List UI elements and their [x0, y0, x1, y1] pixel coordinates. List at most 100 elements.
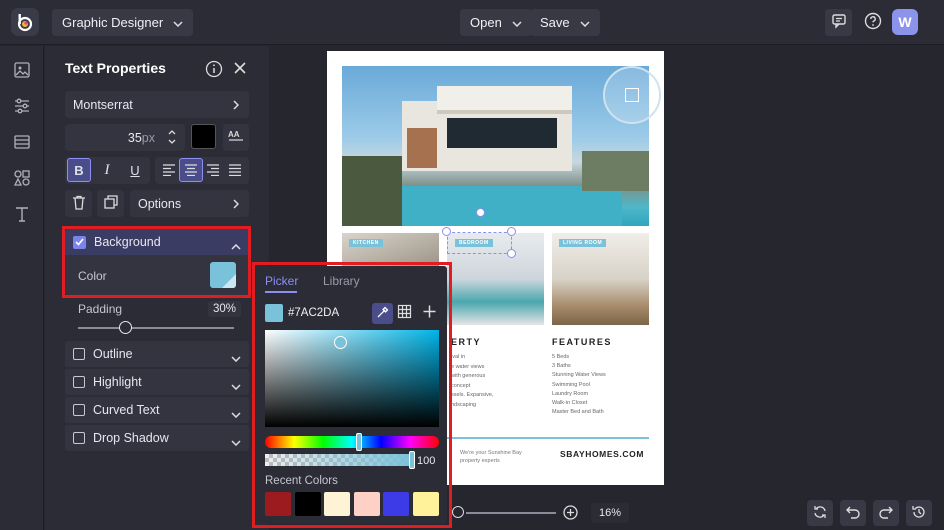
align-right-icon[interactable]	[201, 158, 225, 182]
chevron-up-icon[interactable]	[231, 239, 241, 253]
close-icon[interactable]	[233, 61, 247, 78]
background-header[interactable]: Background	[65, 229, 249, 255]
align-left-icon[interactable]	[157, 158, 181, 182]
section-drop-shadow[interactable]: Drop Shadow	[65, 425, 249, 451]
background-color-swatch[interactable]	[210, 262, 236, 288]
chevron-down-icon[interactable]	[231, 351, 241, 365]
zoom-level[interactable]: 16%	[591, 503, 629, 523]
hue-slider[interactable]	[265, 436, 439, 448]
font-family-select[interactable]: Montserrat	[65, 91, 249, 118]
hue-handle[interactable]	[356, 433, 362, 451]
redo-button[interactable]	[873, 500, 899, 526]
resize-handle[interactable]	[507, 227, 516, 236]
help-icon	[864, 12, 882, 33]
user-avatar[interactable]: W	[892, 9, 918, 35]
padding-label: Padding	[78, 302, 123, 316]
case-button[interactable]: AA	[223, 124, 249, 151]
opacity-value[interactable]: 100	[417, 455, 435, 467]
section-checkbox[interactable]	[73, 404, 85, 416]
recent-color-swatch[interactable]	[265, 492, 291, 516]
history-button[interactable]	[906, 500, 932, 526]
recent-color-swatch[interactable]	[412, 492, 439, 516]
image-icon[interactable]	[12, 60, 32, 80]
save-label: Save	[540, 15, 570, 30]
zoom-slider-track[interactable]	[466, 512, 556, 514]
saturation-handle[interactable]	[334, 336, 347, 349]
zoom-in-icon[interactable]	[563, 505, 578, 523]
add-color-icon[interactable]	[422, 304, 437, 322]
mode-dropdown[interactable]: Graphic Designer	[52, 9, 194, 36]
section-checkbox[interactable]	[73, 348, 85, 360]
grid-icon[interactable]	[397, 304, 412, 322]
element-handle-circle[interactable]	[603, 66, 661, 124]
recent-color-swatch[interactable]	[383, 492, 409, 516]
opacity-handle[interactable]	[409, 451, 415, 469]
section-label: Curved Text	[93, 403, 160, 417]
section-checkbox[interactable]	[73, 376, 85, 388]
italic-button[interactable]: I	[95, 158, 119, 182]
underline-button[interactable]: U	[123, 158, 147, 182]
text-selection-box[interactable]	[447, 232, 512, 254]
chevron-down-icon	[173, 15, 183, 30]
undo-button[interactable]	[840, 500, 866, 526]
options-button[interactable]: Options	[130, 190, 249, 217]
font-size-input[interactable]: 35px	[65, 124, 185, 151]
refresh-icon	[812, 504, 828, 523]
rotate-handle[interactable]	[476, 208, 485, 217]
background-checkbox[interactable]	[73, 235, 86, 249]
property-line: e water views	[451, 363, 485, 370]
stepper-icon[interactable]	[167, 127, 177, 150]
padding-slider-handle[interactable]	[118, 321, 132, 334]
living-room-label: LIVING ROOM	[559, 239, 607, 247]
padding-slider-track[interactable]	[78, 327, 234, 329]
hex-input[interactable]: #7AC2DA	[288, 307, 339, 319]
comments-button[interactable]	[825, 9, 852, 36]
living-room-photo[interactable]: LIVING ROOM	[552, 233, 649, 325]
current-color-swatch	[265, 304, 283, 322]
feature-item: Laundry Room	[552, 390, 589, 397]
padding-value[interactable]: 30%	[208, 301, 242, 317]
chevron-down-icon[interactable]	[231, 407, 241, 421]
feature-item: Master Bed and Bath	[552, 409, 604, 416]
font-family-label: Montserrat	[73, 97, 133, 112]
sliders-icon[interactable]	[12, 96, 32, 116]
recent-color-swatch[interactable]	[353, 492, 380, 516]
justify-icon[interactable]	[223, 158, 247, 182]
app-logo[interactable]	[11, 8, 39, 36]
eyedropper-button[interactable]	[372, 303, 393, 324]
section-curved-text[interactable]: Curved Text	[65, 397, 249, 423]
chevron-down-icon	[512, 15, 522, 30]
saturation-field[interactable]	[265, 330, 439, 427]
section-outline[interactable]: Outline	[65, 341, 249, 367]
chevron-down-icon[interactable]	[231, 379, 241, 393]
italic-label: I	[104, 161, 110, 178]
opacity-slider[interactable]	[265, 454, 413, 466]
align-center-icon[interactable]	[179, 158, 203, 182]
duplicate-button[interactable]	[97, 190, 124, 217]
reset-view-button[interactable]	[807, 500, 833, 526]
tab-library[interactable]: Library	[323, 274, 360, 288]
open-button[interactable]: Open	[460, 9, 532, 36]
layout-icon[interactable]	[12, 132, 32, 152]
recent-color-swatch[interactable]	[324, 492, 350, 516]
svg-text:AA: AA	[228, 130, 240, 139]
section-highlight[interactable]: Highlight	[65, 369, 249, 395]
text-icon[interactable]	[12, 204, 32, 224]
font-size-unit: px	[141, 131, 155, 145]
chevron-down-icon[interactable]	[231, 435, 241, 449]
bold-button[interactable]: B	[67, 158, 91, 182]
delete-button[interactable]	[65, 190, 92, 217]
text-color-swatch[interactable]	[191, 124, 216, 149]
help-button[interactable]	[859, 9, 886, 36]
resize-handle[interactable]	[442, 227, 451, 236]
save-button[interactable]: Save	[530, 9, 600, 36]
font-size-value: 35	[127, 131, 142, 145]
info-icon[interactable]	[205, 60, 223, 81]
tab-picker[interactable]: Picker	[265, 274, 298, 288]
resize-handle[interactable]	[507, 249, 516, 258]
elements-icon[interactable]	[12, 168, 32, 188]
section-checkbox[interactable]	[73, 432, 85, 444]
recent-color-swatch[interactable]	[294, 492, 321, 516]
chevron-right-icon	[233, 99, 240, 113]
zoom-slider-handle[interactable]	[452, 506, 464, 518]
